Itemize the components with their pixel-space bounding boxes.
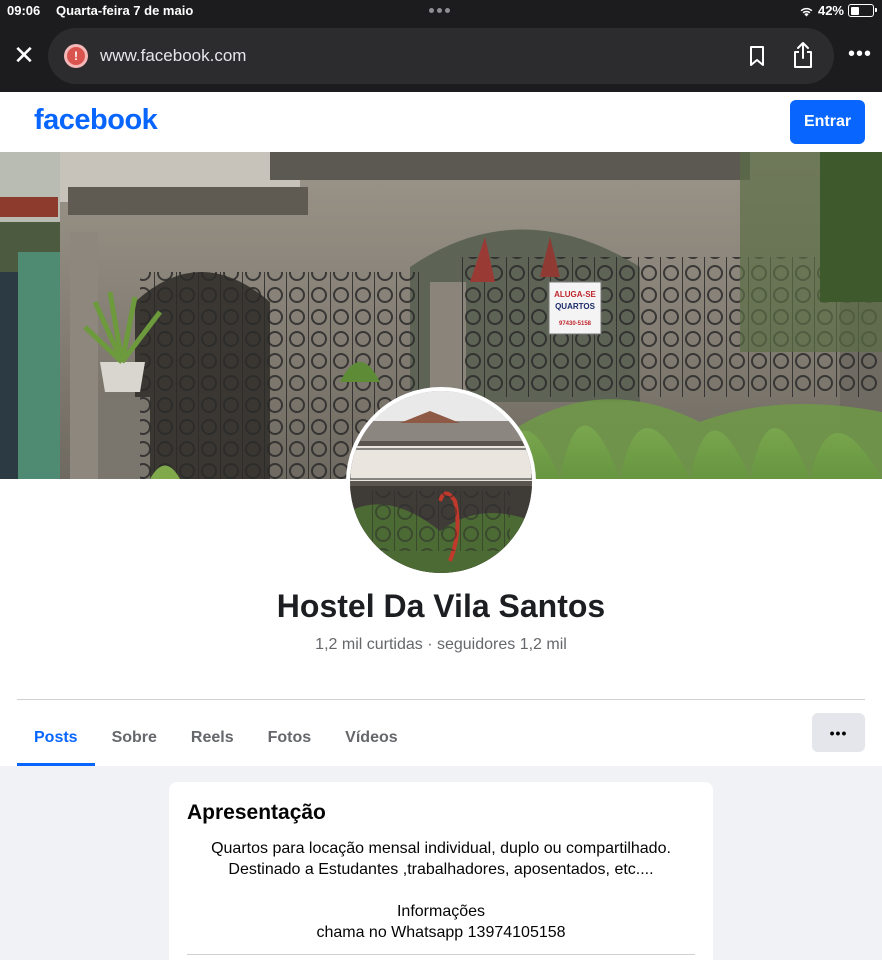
intro-line: Quartos para locação mensal individual, … (211, 840, 671, 857)
status-time: 09:06 (7, 3, 41, 18)
facebook-header: facebook Entrar (0, 92, 882, 152)
share-icon[interactable] (791, 41, 815, 69)
tab-posts[interactable]: Posts (17, 710, 95, 766)
login-button[interactable]: Entrar (790, 100, 865, 144)
status-bar: 09:06 Quarta-feira 7 de maio 42% (0, 0, 882, 22)
page-title: Hostel Da Vila Santos (276, 588, 606, 624)
browser-toolbar: ✕ ! www.facebook.com ••• (0, 22, 882, 92)
more-icon[interactable]: ••• (848, 44, 872, 64)
intro-divider (187, 954, 695, 955)
tab-reels[interactable]: Reels (174, 710, 251, 766)
intro-line: Informações (396, 903, 486, 920)
battery-percent: 42% (817, 3, 844, 18)
intro-line: chama no Whatsapp 13974105158 (316, 924, 566, 941)
page-stats[interactable]: 1,2 mil curtidas · seguidores 1,2 mil (0, 636, 882, 654)
sign-line-3: 97430-5158 (559, 321, 592, 327)
warning-icon[interactable]: ! (64, 44, 88, 68)
intro-line (169, 880, 713, 901)
sign-line-1: ALUGA-SE (554, 290, 596, 299)
wifi-icon (800, 7, 813, 16)
more-tabs-button[interactable]: ••• (812, 713, 865, 752)
profile-picture[interactable] (346, 387, 536, 577)
tab-videos[interactable]: Vídeos (328, 710, 414, 766)
tab-about[interactable]: Sobre (95, 710, 174, 766)
intro-card: Apresentação Quartos para locação mensal… (169, 782, 713, 960)
tab-photos[interactable]: Fotos (251, 710, 329, 766)
close-icon[interactable]: ✕ (12, 42, 36, 68)
sign-line-2: QUARTOS (555, 302, 596, 311)
profile-tabs: Posts Sobre Reels Fotos Vídeos (17, 710, 415, 766)
divider (17, 699, 865, 700)
multitasking-dots-icon[interactable] (429, 8, 450, 13)
intro-description: Quartos para locação mensal individual, … (169, 838, 713, 943)
intro-line: Destinado a Estudantes ,trabalhadores, a… (228, 861, 654, 878)
bookmark-icon[interactable] (746, 44, 768, 68)
address-bar[interactable]: ! www.facebook.com (48, 28, 834, 84)
facebook-logo[interactable]: facebook (34, 104, 158, 137)
status-indicators: 42% (799, 3, 877, 18)
url-text[interactable]: www.facebook.com (100, 46, 246, 66)
battery-icon (848, 4, 877, 17)
status-date: Quarta-feira 7 de maio (56, 3, 194, 18)
intro-title: Apresentação (187, 801, 326, 824)
